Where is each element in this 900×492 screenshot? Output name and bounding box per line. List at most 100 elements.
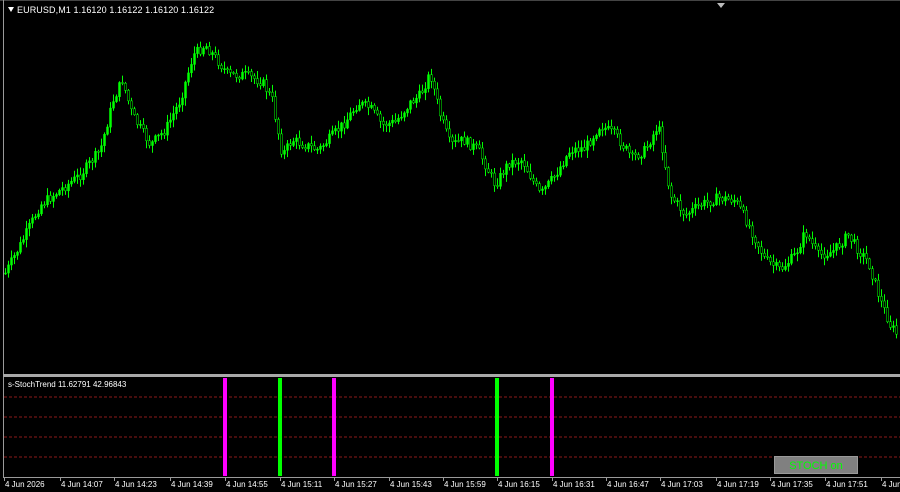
candle-body — [301, 144, 304, 148]
candle-body — [271, 92, 274, 97]
candle-body — [628, 145, 631, 154]
candle-body — [595, 135, 598, 139]
candle-body — [121, 82, 124, 84]
candle-body — [346, 119, 349, 129]
candle-body — [679, 200, 682, 211]
candle-body — [742, 206, 745, 211]
candle-body — [859, 253, 862, 257]
candle-body — [697, 204, 700, 206]
candle-body — [634, 152, 637, 155]
candle-body — [118, 82, 121, 97]
candle-body — [376, 109, 379, 115]
candle-body — [871, 268, 874, 280]
candle-body — [181, 97, 184, 106]
candle-body — [640, 156, 643, 159]
candle-body — [7, 264, 10, 274]
candle-body — [268, 91, 271, 93]
candle-body — [787, 263, 790, 267]
candle-body — [253, 75, 256, 79]
candle-body — [214, 52, 217, 56]
candle-body — [187, 72, 190, 83]
candle-body — [178, 104, 181, 108]
candle-body — [409, 100, 412, 110]
candle-body — [571, 152, 574, 154]
candle-body — [568, 152, 571, 157]
candle-body — [310, 143, 313, 147]
candle-body — [808, 236, 811, 239]
candle-body — [442, 115, 445, 121]
candle-body — [250, 71, 253, 77]
candle-body — [232, 72, 235, 74]
candle-body — [580, 147, 583, 152]
candle-body — [445, 119, 448, 130]
candle-body — [775, 262, 778, 266]
candle-body — [769, 257, 772, 263]
candle-body — [721, 197, 724, 202]
chart-title-text: EURUSD,M1 1.16120 1.16122 1.16120 1.1612… — [17, 5, 215, 15]
candle-body — [685, 213, 688, 216]
time-axis-label: 4 Jun 15:27 — [335, 480, 377, 489]
candle-body — [814, 243, 817, 247]
candle-body — [337, 128, 340, 132]
scroll-marker-icon[interactable] — [717, 3, 725, 8]
candle-body — [457, 140, 460, 142]
time-axis-label: 4 Jun 14:07 — [61, 480, 103, 489]
candle-body — [304, 147, 307, 150]
candle-body — [805, 232, 808, 238]
candle-body — [88, 160, 91, 163]
candle-body — [388, 122, 391, 127]
candle-body — [670, 185, 673, 198]
candle-body — [4, 272, 7, 275]
candle-body — [217, 54, 220, 66]
candle-body — [373, 105, 376, 111]
candle-body — [700, 205, 703, 207]
candle-body — [175, 106, 178, 114]
candle-body — [70, 181, 73, 185]
chart-title: EURUSD,M1 1.16120 1.16122 1.16120 1.1612… — [8, 5, 214, 15]
candle-body — [469, 137, 472, 150]
candle-body — [220, 65, 223, 69]
candle-body — [778, 262, 781, 268]
candle-body — [184, 81, 187, 99]
time-axis-label: 4 Jun 16:15 — [498, 480, 540, 489]
candle-body — [481, 147, 484, 160]
candle-body — [343, 122, 346, 129]
candle-body — [127, 90, 130, 102]
price-chart[interactable] — [0, 0, 900, 492]
candle-body — [529, 171, 532, 179]
candle-body — [577, 147, 580, 152]
candle-body — [598, 129, 601, 136]
candle-body — [46, 195, 49, 205]
candle-body — [298, 137, 301, 146]
candle-body — [412, 100, 415, 104]
candle-body — [868, 258, 871, 269]
candle-body — [874, 278, 877, 281]
candle-body — [265, 79, 268, 92]
triangle-down-icon[interactable] — [8, 7, 14, 12]
candle-body — [574, 147, 577, 153]
candle-body — [64, 187, 67, 192]
candle-body — [841, 245, 844, 248]
candle-body — [715, 193, 718, 205]
candle-body — [52, 196, 55, 202]
candle-body — [784, 266, 787, 270]
candle-body — [205, 46, 208, 49]
candle-body — [658, 126, 661, 132]
subwindow-separator[interactable] — [3, 374, 900, 377]
candle-body — [349, 112, 352, 121]
candle-body — [415, 97, 418, 104]
stoch-signal-bar — [332, 378, 336, 476]
candle-body — [694, 204, 697, 209]
chart-window[interactable]: EURUSD,M1 1.16120 1.16122 1.16120 1.1612… — [0, 0, 900, 492]
candle-body — [631, 152, 634, 155]
candle-body — [649, 144, 652, 148]
candle-body — [319, 145, 322, 150]
stoch-toggle-button[interactable]: STOCH on — [774, 456, 858, 474]
candle-body — [583, 147, 586, 151]
candle-body — [880, 296, 883, 302]
candle-body — [49, 195, 52, 202]
candle-body — [820, 249, 823, 255]
candle-body — [673, 196, 676, 202]
candle-body — [691, 208, 694, 214]
candle-body — [145, 128, 148, 141]
